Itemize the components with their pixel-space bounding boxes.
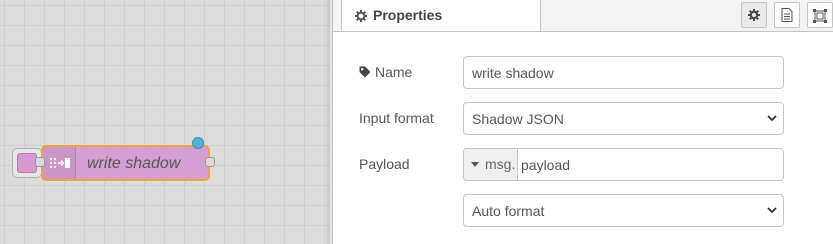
tag-icon xyxy=(359,66,371,78)
tray-tabbar: Properties xyxy=(333,0,833,32)
tab-properties-label: Properties xyxy=(373,7,443,23)
node-icon-area xyxy=(43,147,76,179)
upstream-node-button[interactable] xyxy=(17,153,37,173)
tab-properties[interactable]: Properties xyxy=(341,0,541,31)
shadow-node-icon xyxy=(49,157,70,169)
node-description-button[interactable] xyxy=(774,2,800,28)
input-format-label: Input format xyxy=(359,110,434,126)
gear-icon xyxy=(355,10,367,22)
chevron-down-icon xyxy=(767,115,777,122)
document-icon xyxy=(781,8,793,22)
input-format-value: Shadow JSON xyxy=(472,111,564,127)
name-label-wrap: Name xyxy=(359,64,412,80)
payload-type-selector[interactable]: msg. xyxy=(464,149,518,180)
node-output-port[interactable] xyxy=(205,157,215,167)
node-label: write shadow xyxy=(87,155,181,172)
node-changed-indicator xyxy=(192,137,204,149)
caret-down-icon xyxy=(471,162,479,167)
workspace-canvas[interactable]: write shadow xyxy=(0,0,330,244)
gear-icon xyxy=(748,9,760,21)
payload-typed-input[interactable]: msg. payload xyxy=(463,148,784,181)
node-appearance-button[interactable] xyxy=(807,2,833,28)
name-input[interactable]: write shadow xyxy=(463,56,784,89)
edit-tray: Properties Name write shadow Input forma… xyxy=(332,0,833,244)
format-select[interactable]: Auto format xyxy=(463,194,784,227)
payload-label: Payload xyxy=(359,156,410,172)
payload-type-label: msg. xyxy=(485,156,516,172)
input-format-select[interactable]: Shadow JSON xyxy=(463,102,784,135)
node-settings-button[interactable] xyxy=(741,2,767,28)
write-shadow-node[interactable]: write shadow xyxy=(41,145,210,181)
name-label: Name xyxy=(375,64,413,80)
name-input-value: write shadow xyxy=(472,65,554,81)
node-input-port[interactable] xyxy=(35,157,45,167)
chevron-down-icon xyxy=(767,207,777,214)
format-value: Auto format xyxy=(472,203,545,219)
frame-icon xyxy=(813,9,827,23)
payload-value: payload xyxy=(521,157,571,173)
